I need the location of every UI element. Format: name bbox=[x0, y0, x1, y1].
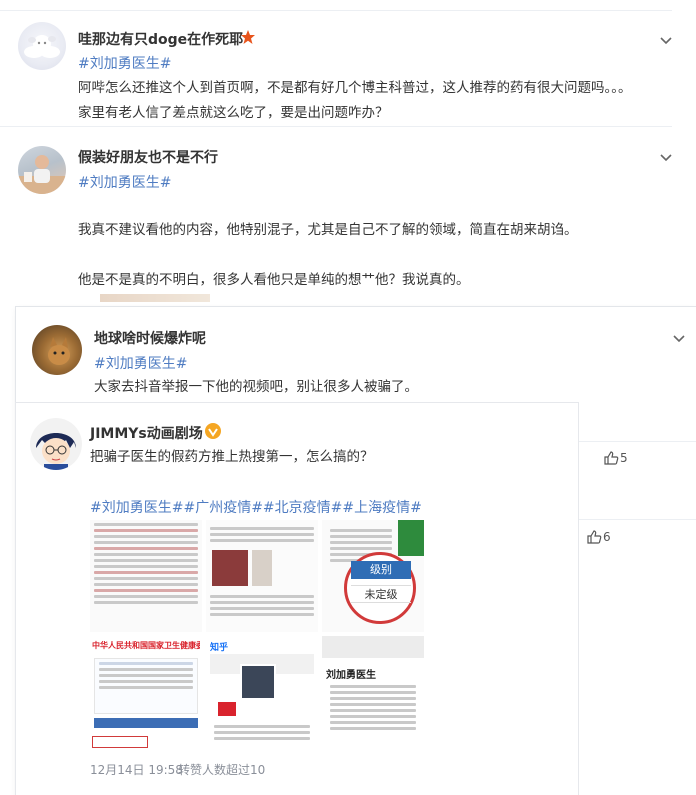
cover-picture bbox=[212, 550, 248, 586]
profile-name: 刘加勇医生 bbox=[326, 670, 376, 681]
topic-tag[interactable]: #刘加勇医生# bbox=[94, 353, 187, 373]
commission-title: 中华人民共和国国家卫生健康委员会 bbox=[92, 641, 200, 650]
divider bbox=[578, 519, 696, 520]
image-thumbnail[interactable]: 中华人民共和国国家卫生健康委员会 bbox=[90, 636, 202, 752]
avatar[interactable] bbox=[30, 418, 82, 470]
divider bbox=[578, 441, 696, 442]
red-emblem bbox=[218, 702, 236, 716]
image-thumbnail[interactable]: 知乎 bbox=[206, 636, 318, 752]
chevron-down-icon[interactable] bbox=[659, 32, 673, 46]
green-banner bbox=[398, 520, 424, 556]
topic-tag[interactable]: #刘加勇医生# bbox=[78, 172, 171, 192]
avatar[interactable] bbox=[18, 146, 66, 194]
comment-username[interactable]: JIMMYs动画剧场 bbox=[90, 423, 203, 443]
comment-text-line: 阿哔怎么还推这个人到首页啊，不是都有好几个博主科普过，这人推荐的药有很大问题吗。… bbox=[78, 80, 632, 96]
topic-tags[interactable]: #刘加勇医生##广州疫情##北京疫情##上海疫情# bbox=[90, 497, 422, 517]
topic-tag[interactable]: #刘加勇医生# bbox=[78, 53, 171, 73]
hidden-image-strip bbox=[100, 294, 210, 302]
cloud-cat-avatar-icon bbox=[24, 35, 60, 58]
weibo-comment-feed: 哇那边有只doge在作死耶 #刘加勇医生# 阿哔怎么还推这个人到首页啊，不是都有… bbox=[0, 0, 696, 795]
comment-text-line: 他是不是真的不明白，很多人看他只是单纯的想艹他？我说真的。 bbox=[78, 272, 470, 288]
thumbs-up-icon[interactable] bbox=[603, 450, 619, 466]
timestamp: 12月14日 19:58 bbox=[90, 763, 183, 777]
divider bbox=[0, 10, 672, 11]
forward-count-text[interactable]: 转赞人数超过10 bbox=[178, 761, 265, 778]
anime-character-avatar-icon bbox=[36, 433, 76, 470]
like-count: 5 bbox=[620, 451, 628, 465]
image-thumbnail[interactable] bbox=[206, 520, 318, 632]
image-grid: 级别 未定级 中华人民共和国国家卫生健康委员会 知乎 刘加勇医生 bbox=[90, 520, 424, 752]
image-thumbnail[interactable]: 级别 未定级 bbox=[322, 520, 424, 632]
search-form bbox=[94, 658, 198, 714]
divider bbox=[0, 126, 672, 127]
comment-username[interactable]: 假装好朋友也不是不行 bbox=[78, 147, 218, 167]
comment-text-line: 家里有老人信了差点就这么吃了，要是出问题咋办？ bbox=[78, 105, 389, 121]
zhihu-logo: 知乎 bbox=[210, 643, 229, 653]
verified-v-badge-icon bbox=[204, 422, 222, 440]
cover-bar bbox=[322, 636, 424, 658]
avatar[interactable] bbox=[18, 22, 66, 70]
image-thumbnail[interactable] bbox=[90, 520, 202, 632]
thumbs-up-icon[interactable] bbox=[586, 529, 602, 545]
chevron-down-icon[interactable] bbox=[659, 149, 673, 163]
comment-text-line: 我真不建议看他的内容，他特别混子，尤其是自己不了解的领域，简直在胡来胡诌。 bbox=[78, 222, 578, 238]
like-count: 6 bbox=[603, 530, 611, 544]
person-photo-avatar-icon bbox=[18, 155, 66, 194]
cover-picture bbox=[252, 550, 272, 586]
red-star-badge-icon bbox=[240, 29, 256, 45]
level-label: 级别 bbox=[351, 561, 411, 579]
chevron-down-icon[interactable] bbox=[672, 330, 686, 344]
magnifier-circle: 级别 未定级 bbox=[344, 552, 416, 624]
cat-photo-avatar-icon bbox=[48, 337, 70, 365]
comment-username[interactable]: 哇那边有只doge在作死耶 bbox=[78, 29, 243, 49]
comment-username[interactable]: 地球啥时候爆炸呢 bbox=[94, 328, 206, 348]
level-value: 未定级 bbox=[351, 585, 411, 603]
comment-text-line: 大家去抖音举报一下他的视频吧，别让很多人被骗了。 bbox=[94, 379, 418, 395]
image-thumbnail[interactable]: 刘加勇医生 bbox=[322, 636, 424, 752]
avatar[interactable] bbox=[32, 325, 82, 375]
doctor-photo bbox=[240, 664, 276, 700]
blue-bar bbox=[94, 718, 198, 728]
comment-text-line: 把骗子医生的假药方推上热搜第一，怎么搞的？ bbox=[90, 449, 374, 465]
red-highlight-box bbox=[92, 736, 148, 748]
